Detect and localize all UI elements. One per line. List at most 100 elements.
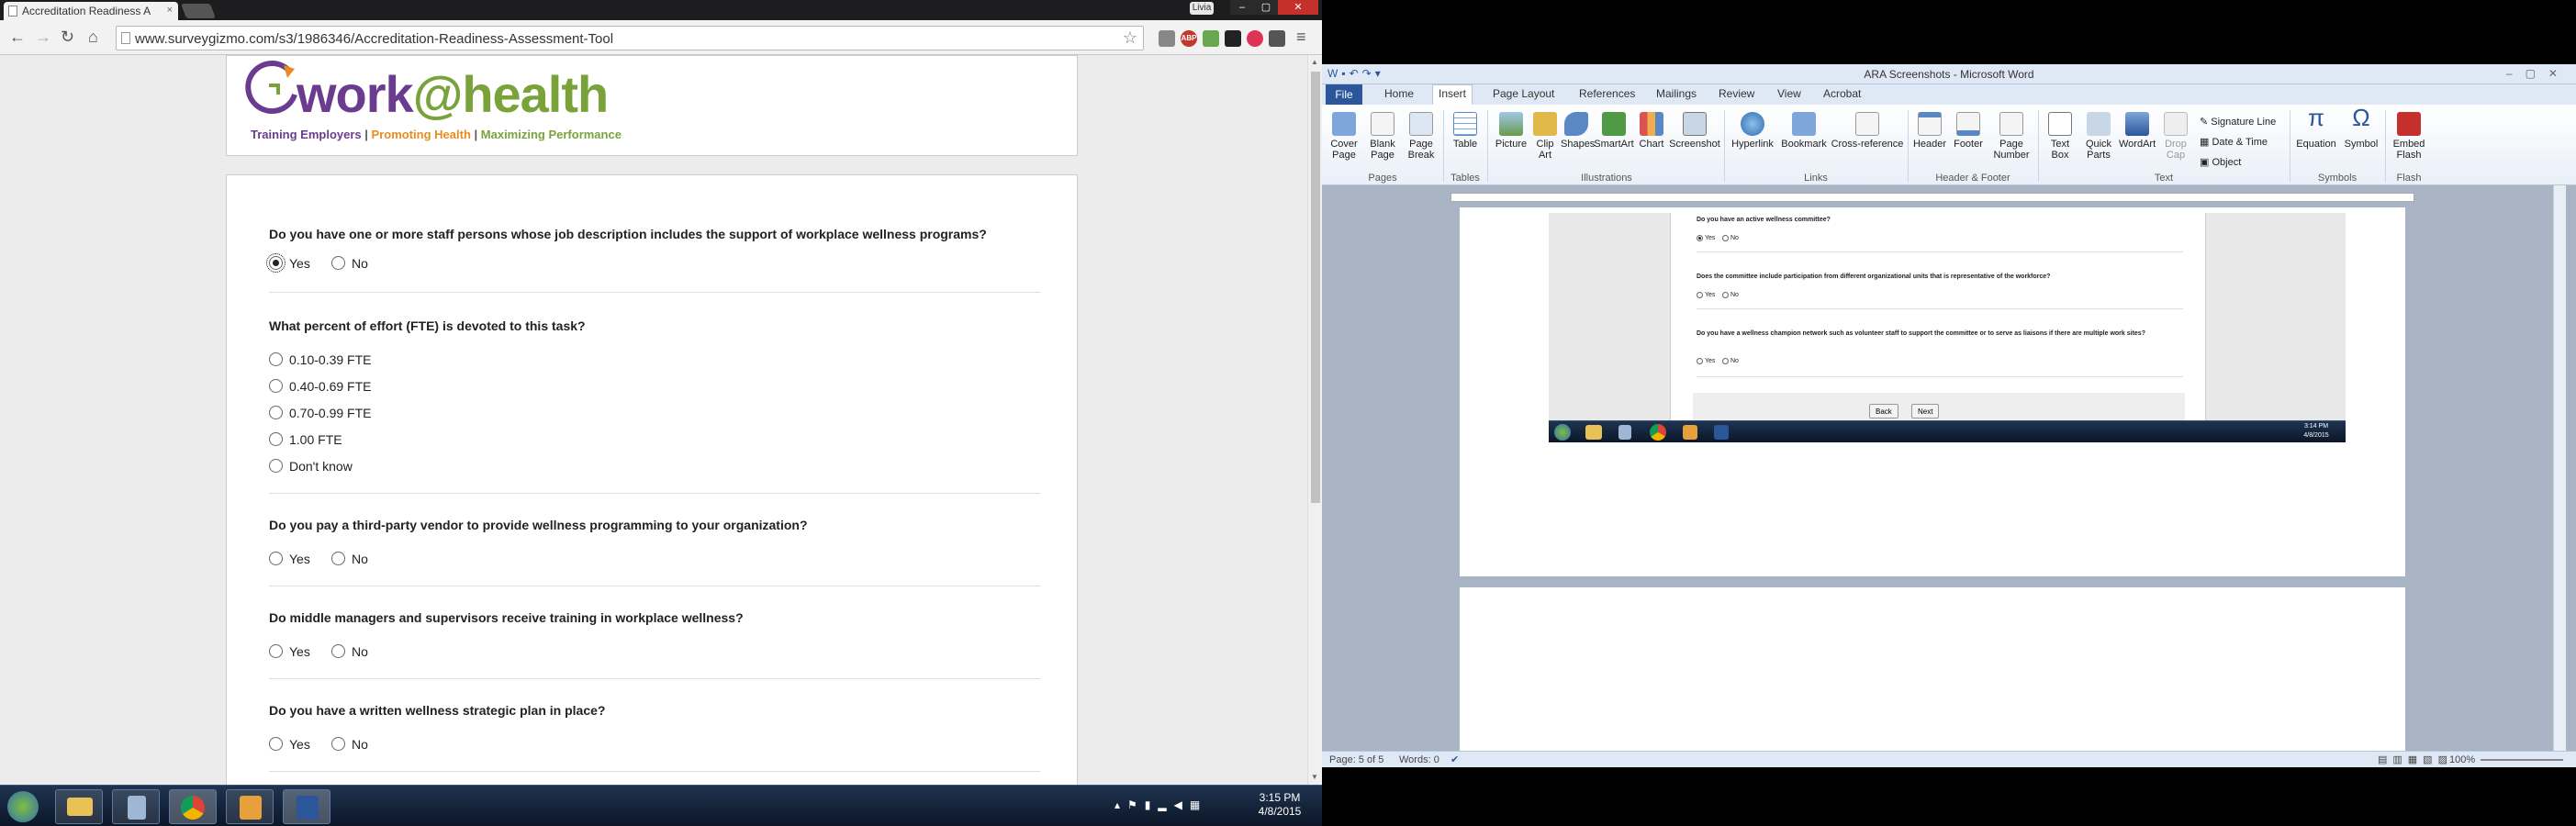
text-box-button[interactable]: Text Box — [2042, 112, 2078, 161]
picture-button[interactable]: Picture — [1493, 112, 1529, 150]
table-button[interactable]: Table — [1447, 112, 1484, 150]
tab-mailings[interactable]: Mailings — [1656, 87, 1697, 100]
q3-option-no[interactable]: No — [331, 552, 368, 568]
radio-button[interactable] — [269, 737, 283, 751]
back-arrow-icon[interactable]: ← — [9, 28, 26, 45]
q2-option[interactable]: Don't know — [269, 459, 353, 475]
start-button-icon[interactable] — [7, 791, 39, 822]
quick-parts-button[interactable]: Quick Parts — [2080, 112, 2117, 161]
menu-icon[interactable]: ≡ — [1296, 28, 1306, 45]
tab-file[interactable]: File — [1326, 84, 1362, 105]
q3-option-yes[interactable]: Yes — [269, 552, 310, 568]
tab-acrobat[interactable]: Acrobat — [1823, 87, 1861, 100]
cover-page-button[interactable]: Cover Page — [1326, 112, 1362, 161]
home-icon[interactable]: ⌂ — [88, 28, 98, 45]
q2-option[interactable]: 1.00 FTE — [269, 432, 342, 449]
zoom-slider[interactable] — [2481, 759, 2563, 761]
system-tray-icons[interactable]: ▴⚑▮▂◀▦ — [1114, 798, 1207, 811]
tab-insert[interactable]: Insert — [1432, 84, 1473, 105]
extension-red-icon[interactable] — [1247, 30, 1263, 47]
hyperlink-button[interactable]: Hyperlink — [1728, 112, 1777, 150]
tab-page-layout[interactable]: Page Layout — [1493, 87, 1554, 100]
reload-icon[interactable]: ↻ — [61, 28, 74, 45]
radio-button[interactable] — [269, 552, 283, 565]
view-buttons[interactable]: ▤▥▦▧▨ — [2378, 753, 2453, 765]
page-break-button[interactable]: Page Break — [1403, 112, 1439, 161]
cross-reference-button[interactable]: Cross-reference — [1831, 112, 1904, 150]
extension-dark-icon[interactable] — [1225, 30, 1241, 47]
radio-button[interactable] — [331, 552, 345, 565]
horizontal-ruler[interactable] — [1450, 193, 2414, 202]
taskbar-calculator[interactable] — [112, 789, 160, 824]
radio-button[interactable] — [331, 644, 345, 658]
header-button[interactable]: Header — [1911, 112, 1948, 150]
zoom-level[interactable]: 100% — [2449, 754, 2475, 765]
bookmark-button[interactable]: Bookmark — [1779, 112, 1829, 150]
footer-button[interactable]: Footer — [1950, 112, 1987, 150]
chart-button[interactable]: Chart — [1636, 112, 1667, 150]
radio-button[interactable] — [331, 737, 345, 751]
radio-button[interactable] — [269, 352, 283, 366]
tab-view[interactable]: View — [1777, 87, 1801, 100]
proofing-icon[interactable]: ✔ — [1450, 753, 1459, 765]
document-scrollbar[interactable] — [2553, 185, 2566, 751]
minimize-button[interactable]: – — [1230, 0, 1254, 15]
tab-close-icon[interactable]: × — [167, 5, 173, 16]
wordart-button[interactable]: WordArt — [2119, 112, 2156, 150]
clip-art-button[interactable]: Clip Art — [1531, 112, 1559, 161]
adblock-icon[interactable]: ABP — [1181, 30, 1197, 47]
drop-cap-button[interactable]: Drop Cap — [2157, 112, 2194, 161]
extension-gray-icon[interactable] — [1269, 30, 1285, 47]
maximize-button[interactable]: ▢ — [1254, 0, 1278, 15]
extension-green-icon[interactable] — [1203, 30, 1219, 47]
scroll-up-arrow-icon[interactable]: ▲ — [1311, 58, 1318, 66]
browser-tab[interactable]: Accreditation Readiness A × — [4, 2, 178, 20]
close-window-button[interactable]: ✕ — [1278, 0, 1318, 15]
scrollbar-thumb[interactable] — [1311, 72, 1320, 503]
q2-option[interactable]: 0.70-0.99 FTE — [269, 406, 372, 422]
date-time-button[interactable]: ▦ Date & Time — [2200, 136, 2268, 148]
tab-review[interactable]: Review — [1719, 87, 1754, 100]
radio-button[interactable] — [331, 256, 345, 270]
page-number-button[interactable]: Page Number — [1988, 112, 2034, 161]
blank-page-button[interactable]: Blank Page — [1364, 112, 1401, 161]
page-indicator[interactable]: Page: 5 of 5 — [1329, 754, 1383, 765]
radio-button[interactable] — [269, 379, 283, 393]
q1-option-yes[interactable]: Yes — [266, 253, 310, 273]
page-scrollbar[interactable]: ▲ ▼ — [1307, 55, 1322, 785]
radio-button[interactable] — [269, 432, 283, 446]
word-count[interactable]: Words: 0 — [1399, 754, 1439, 765]
forward-arrow-icon[interactable]: → — [35, 28, 51, 45]
user-badge[interactable]: Livia — [1190, 2, 1214, 15]
q4-option-yes[interactable]: Yes — [269, 644, 310, 661]
tab-references[interactable]: References — [1579, 87, 1635, 100]
taskbar-word[interactable] — [283, 789, 330, 824]
equation-button[interactable]: π Equation — [2293, 106, 2339, 150]
radio-button[interactable] — [269, 644, 283, 658]
object-button[interactable]: ▣ Object — [2200, 156, 2241, 168]
scroll-down-arrow-icon[interactable]: ▼ — [1311, 773, 1318, 781]
q2-option[interactable]: 0.10-0.39 FTE — [269, 352, 372, 369]
address-bar[interactable]: www.surveygizmo.com/s3/1986346/Accredita… — [116, 26, 1144, 50]
cast-icon[interactable] — [1159, 30, 1175, 47]
new-tab-button[interactable] — [181, 4, 216, 18]
q5-option-no[interactable]: No — [331, 737, 368, 753]
tab-home[interactable]: Home — [1384, 87, 1414, 100]
taskbar-explorer[interactable] — [55, 789, 103, 824]
screenshot-button[interactable]: Screenshot — [1669, 112, 1720, 150]
document-page[interactable] — [1460, 587, 2405, 751]
radio-button[interactable] — [266, 253, 286, 273]
radio-button[interactable] — [269, 459, 283, 473]
bookmark-star-icon[interactable]: ☆ — [1123, 28, 1137, 48]
q2-option[interactable]: 0.40-0.69 FTE — [269, 379, 372, 396]
symbol-button[interactable]: Ω Symbol — [2341, 106, 2381, 150]
q5-option-yes[interactable]: Yes — [269, 737, 310, 753]
q4-option-no[interactable]: No — [331, 644, 368, 661]
system-clock[interactable]: 3:15 PM 4/8/2015 — [1241, 791, 1318, 819]
taskbar-chrome[interactable] — [169, 789, 217, 824]
embed-flash-button[interactable]: Embed Flash — [2389, 112, 2429, 161]
radio-button[interactable] — [269, 406, 283, 419]
taskbar-outlook[interactable] — [226, 789, 274, 824]
signature-line-button[interactable]: ✎ Signature Line — [2200, 116, 2276, 128]
shapes-button[interactable]: Shapes — [1561, 112, 1595, 150]
